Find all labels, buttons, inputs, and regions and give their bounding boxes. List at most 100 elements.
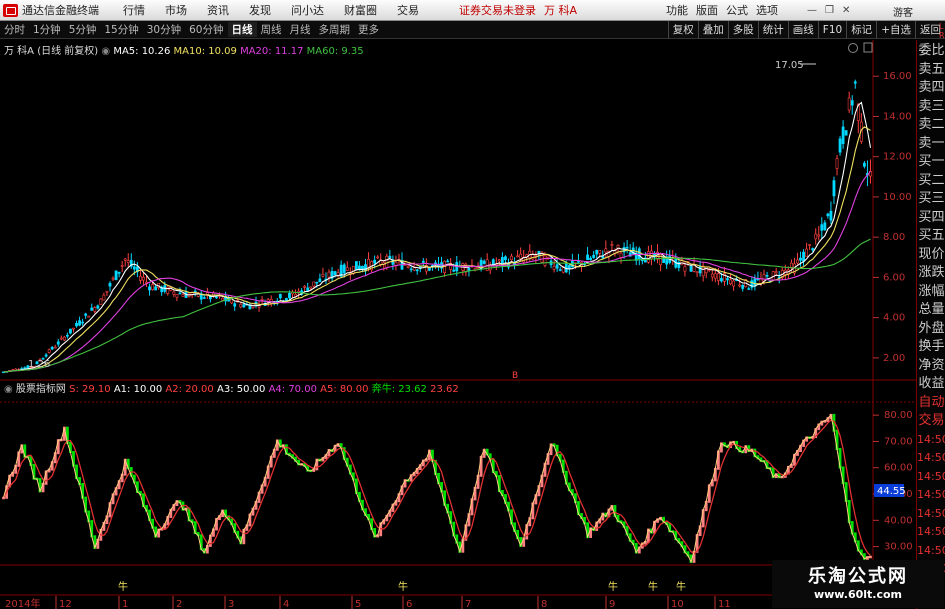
restore-icon[interactable]: ❐: [821, 5, 838, 16]
menu-assistant[interactable]: 问小达: [281, 2, 334, 18]
side-panel-item[interactable]: 换手: [917, 338, 945, 356]
tool-f10-button[interactable]: F10: [817, 21, 846, 39]
side-panel-item[interactable]: 外盘: [917, 320, 945, 338]
side-panel-item[interactable]: 买四: [917, 209, 945, 227]
indicator-a2-value: A2: 20.00: [165, 384, 214, 395]
side-panel-item[interactable]: 14:50: [917, 486, 945, 504]
indicator-a3-value: A3: 50.00: [216, 384, 266, 395]
chart-settings-icon[interactable]: [848, 43, 858, 53]
side-panel-item[interactable]: 买五: [917, 227, 945, 245]
side-panel-item[interactable]: 买一: [917, 153, 945, 171]
candle-body: [90, 307, 94, 311]
kline-chart[interactable]: 16.00 14.00 12.00 10.00 8.00 6.00 4.00 2.00 80.…: [0, 40, 916, 609]
menu-functions[interactable]: 功能: [662, 2, 692, 18]
period-tab[interactable]: 30分钟: [143, 22, 185, 37]
period-more[interactable]: 更多: [354, 22, 383, 37]
side-panel-item[interactable]: 14:50: [917, 542, 945, 560]
price-tick-label: 16.00: [883, 71, 912, 82]
menu-layout[interactable]: 版面: [692, 2, 722, 18]
candle-body: [175, 293, 179, 298]
candle-body: [704, 266, 708, 274]
side-panel-item[interactable]: 卖二: [917, 116, 945, 134]
period-tab[interactable]: 多周期: [315, 22, 355, 37]
side-panel-item[interactable]: 委比: [917, 42, 945, 60]
candle-body: [53, 346, 57, 349]
candle-body: [741, 284, 745, 289]
period-tab[interactable]: 1分钟: [29, 22, 65, 37]
menu-wealth-circle[interactable]: 财富圈: [334, 2, 387, 18]
side-panel-item[interactable]: 涨跌: [917, 264, 945, 282]
candle-body: [87, 315, 91, 318]
side-panel-item[interactable]: 卖一: [917, 135, 945, 153]
tool-stats-button[interactable]: 统计: [757, 21, 788, 39]
side-panel-item[interactable]: 买二: [917, 172, 945, 190]
side-panel-item[interactable]: 卖五: [917, 61, 945, 79]
menu-options[interactable]: 选项: [752, 2, 782, 18]
candle-body: [44, 354, 48, 357]
time-tick-label: 6: [406, 599, 412, 609]
period-tab-active[interactable]: 日线: [227, 22, 257, 37]
period-tab[interactable]: 5分钟: [65, 22, 101, 37]
side-panel-item[interactable]: 总量: [917, 301, 945, 319]
side-panel-item[interactable]: 买三: [917, 190, 945, 208]
candle-body: [497, 259, 501, 262]
period-tab[interactable]: 15分钟: [100, 22, 142, 37]
period-tab[interactable]: 周线: [257, 22, 286, 37]
menu-market[interactable]: 市场: [155, 2, 197, 18]
tool-multi-button[interactable]: 多股: [727, 21, 758, 39]
candle-body: [78, 320, 81, 326]
candle-body: [59, 337, 63, 340]
indicator-settings-icon[interactable]: ◉: [4, 384, 13, 395]
side-panel-item[interactable]: 收益: [917, 375, 945, 393]
candle-body: [50, 347, 54, 350]
candle-body: [202, 297, 206, 299]
tool-draw-button[interactable]: 画线: [787, 21, 818, 39]
candle-body: [844, 130, 848, 136]
period-tab[interactable]: 60分钟: [185, 22, 227, 37]
chart-mode-label: (日线 前复权): [37, 46, 99, 57]
period-tab[interactable]: 月线: [286, 22, 315, 37]
side-panel-item[interactable]: 14:50: [917, 505, 945, 523]
candle-body: [589, 257, 593, 260]
side-panel-item[interactable]: 净资: [917, 357, 945, 375]
side-panel-item[interactable]: 交易: [917, 412, 945, 430]
candle-body: [753, 278, 757, 287]
side-panel-item[interactable]: 14:50: [917, 468, 945, 486]
candle-body: [93, 307, 97, 312]
tool-overlay-button[interactable]: 叠加: [697, 21, 728, 39]
ma-settings-icon[interactable]: ◉: [101, 46, 110, 57]
side-panel-item[interactable]: 14:50: [917, 431, 945, 449]
menu-quotes[interactable]: 行情: [113, 2, 155, 18]
current-stock-name: 万 科A: [544, 4, 578, 17]
candle-body: [826, 213, 830, 217]
guest-user[interactable]: 游客: [893, 4, 913, 19]
side-panel-item[interactable]: 卖三: [917, 98, 945, 116]
side-panel-item[interactable]: 现价: [917, 246, 945, 264]
top-right-menu: 功能 版面 公式 选项: [662, 0, 782, 21]
period-tab[interactable]: 分时: [0, 22, 29, 37]
candle-body: [172, 291, 176, 295]
candle-body: [555, 264, 559, 269]
tool-buttons: 复权 叠加 多股 统计 画线 F10 标记 +自选 返回: [667, 21, 945, 39]
candle-body: [315, 281, 319, 284]
menu-news[interactable]: 资讯: [197, 2, 239, 18]
menu-formula[interactable]: 公式: [722, 2, 752, 18]
tool-mark-button[interactable]: 标记: [846, 21, 876, 39]
tool-adjust-button[interactable]: 复权: [667, 21, 698, 39]
trade-login-notice[interactable]: 证券交易未登录: [459, 2, 536, 18]
side-panel-item[interactable]: 14:50: [917, 523, 945, 541]
side-panel-item[interactable]: 自动: [917, 394, 945, 412]
chart-layout-icon[interactable]: [863, 42, 873, 53]
menu-discover[interactable]: 发现: [239, 2, 281, 18]
side-panel-item[interactable]: 卖四: [917, 79, 945, 97]
side-panel-item[interactable]: 14:50: [917, 449, 945, 467]
minimize-icon[interactable]: —: [803, 5, 821, 16]
indicator-a5-value: A5: 80.00: [320, 384, 369, 395]
menu-trade[interactable]: 交易: [387, 2, 429, 18]
tool-watchlist-button[interactable]: +自选: [876, 21, 915, 39]
side-panel-item[interactable]: 涨幅: [917, 283, 945, 301]
candle-body: [47, 349, 51, 353]
close-icon[interactable]: ✕: [838, 5, 854, 16]
time-tick-label: 7: [465, 599, 471, 609]
candle-body: [625, 246, 629, 249]
